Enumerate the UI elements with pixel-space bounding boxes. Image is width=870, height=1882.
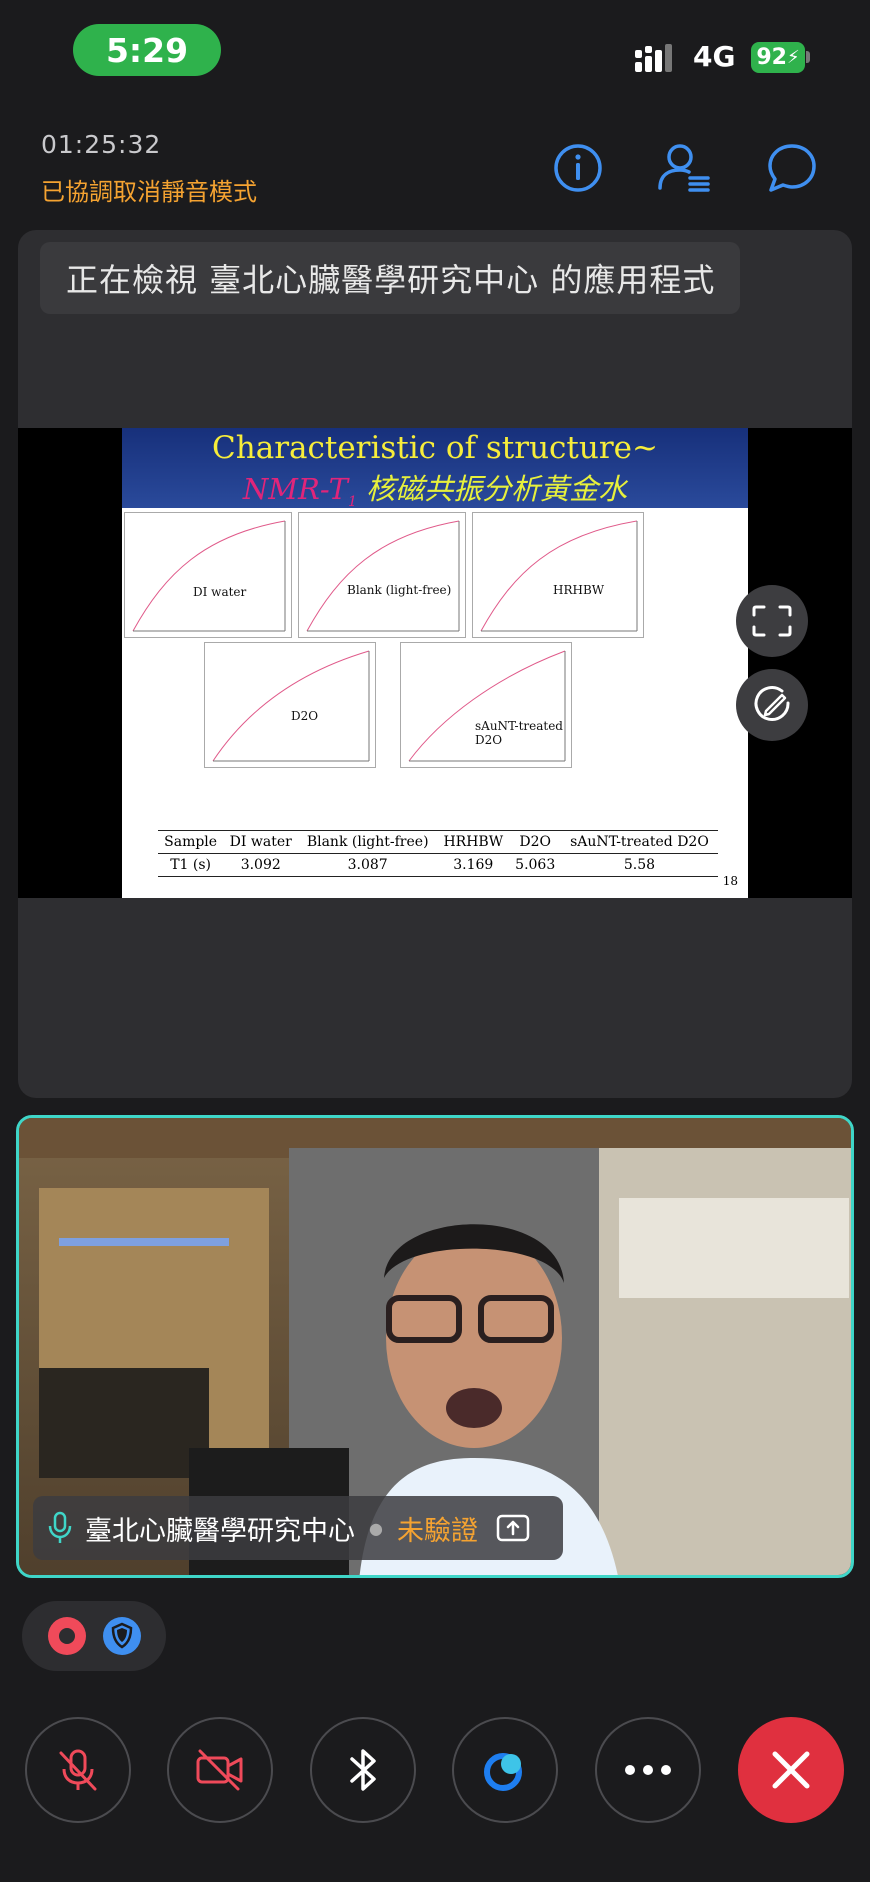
table-header: Sample	[164, 834, 218, 850]
unmute-notice: 已協調取消靜音模式	[41, 178, 257, 206]
plot-label: HRHBW	[553, 583, 605, 597]
annotate-icon	[754, 686, 790, 721]
security-indicator-icons	[48, 1617, 141, 1655]
plot-label: D2O	[291, 709, 319, 723]
t1-curve-graph	[132, 520, 286, 632]
plot-label: sAuNT-treated D2O	[475, 719, 563, 747]
table-header: sAuNT-treated D2O	[570, 834, 709, 850]
table-cell: 5.063	[515, 857, 556, 873]
plot-label: DI water	[193, 585, 247, 599]
t1-curve-graph	[480, 520, 638, 632]
charging-icon: ⚡	[786, 47, 800, 68]
t1-curve-graph	[306, 520, 460, 632]
table-cell: 3.092	[240, 857, 281, 873]
nmr-plot-di-water: DI water	[124, 512, 292, 638]
table-row-label: T1 (s)	[170, 857, 211, 873]
table-cell: 5.58	[623, 857, 656, 873]
slide-page-number: 18	[722, 874, 738, 888]
more-icon	[625, 1765, 671, 1775]
shared-screen[interactable]: Characteristic of structure~ NMR-T1 核磁共振…	[18, 428, 852, 898]
presentation-slide: Characteristic of structure~ NMR-T1 核磁共振…	[122, 428, 748, 898]
table-header: DI water	[229, 834, 292, 850]
security-indicators[interactable]	[22, 1601, 166, 1671]
t1-curve-graph	[212, 650, 370, 762]
chat-icon[interactable]	[764, 140, 820, 196]
slide-title-line1: Characteristic of structure~	[212, 430, 658, 466]
table-row: T1 (s) 3.092 3.087 3.169 5.063 5.58	[158, 854, 718, 877]
mic-active-icon	[48, 1511, 72, 1543]
status-bar: 5:29 4G 92 ⚡	[0, 0, 870, 100]
table-cell: 3.087	[347, 857, 388, 873]
table-header: Blank (light-free)	[306, 834, 429, 850]
slide-title-line2: NMR-T1 核磁共振分析黃金水	[122, 466, 748, 510]
network-type: 4G	[693, 40, 736, 73]
participant-name-tag[interactable]: 臺北心臟醫學研究中心 ● 未驗證	[33, 1496, 563, 1560]
table-header: HRHBW	[443, 834, 504, 850]
nmr-plot-hrhbw: HRHBW	[472, 512, 644, 638]
video-button[interactable]	[167, 1717, 273, 1823]
end-call-icon	[772, 1751, 810, 1789]
slide-title-zh: 核磁共振分析黃金水	[356, 472, 628, 506]
meeting-header: 01:25:32 已協調取消靜音模式	[0, 120, 870, 210]
separator-dot: ●	[369, 1518, 383, 1538]
nmr-plot-d2o: D2O	[204, 642, 376, 768]
battery-level: 92	[756, 45, 787, 70]
participant-video-tile[interactable]: 臺北心臟醫學研究中心 ● 未驗證	[16, 1115, 854, 1578]
status-time: 5:29	[73, 24, 221, 76]
battery-tip	[806, 51, 810, 63]
share-screen-icon[interactable]	[496, 1514, 530, 1542]
t1-curve-graph	[408, 650, 566, 762]
slide-title-nmr-sub: 1	[347, 493, 357, 510]
info-icon[interactable]	[550, 140, 606, 196]
table-cell: 3.169	[453, 857, 494, 873]
participants-icon[interactable]	[656, 140, 712, 196]
teams-icon	[484, 1753, 522, 1791]
meeting-duration: 01:25:32	[41, 130, 162, 159]
battery-indicator: 92 ⚡	[751, 42, 805, 73]
table-header: D2O	[519, 834, 551, 850]
mic-off-icon	[59, 1749, 97, 1791]
audio-route-button[interactable]	[310, 1717, 416, 1823]
plot-label: Blank (light-free)	[347, 583, 452, 597]
participant-name: 臺北心臟醫學研究中心	[85, 1515, 355, 1547]
annotate-button[interactable]	[736, 669, 808, 741]
fullscreen-button[interactable]	[736, 585, 808, 657]
share-banner: 正在檢視 臺北心臟醫學研究中心 的應用程式	[40, 242, 740, 314]
t1-results-table: Sample DI water Blank (light-free) HRHBW…	[158, 830, 718, 877]
screen-share-panel[interactable]: 正在檢視 臺北心臟醫學研究中心 的應用程式 Characteristic of …	[18, 230, 852, 1098]
slide-title: Characteristic of structure~ NMR-T1 核磁共振…	[122, 428, 748, 510]
video-off-icon	[196, 1749, 243, 1791]
mute-button[interactable]	[25, 1717, 131, 1823]
verification-status: 未驗證	[396, 1515, 478, 1547]
table-header-row: Sample DI water Blank (light-free) HRHBW…	[158, 830, 718, 854]
fullscreen-icon	[752, 605, 792, 637]
cellular-signal-icon	[635, 44, 672, 72]
bluetooth-icon	[350, 1749, 376, 1791]
more-options-button[interactable]	[595, 1717, 701, 1823]
webex-app-button[interactable]	[452, 1717, 558, 1823]
nmr-plot-blank: Blank (light-free)	[298, 512, 466, 638]
slide-title-nmr: NMR-T	[242, 472, 348, 506]
nmr-plot-sauNT-d2o: sAuNT-treated D2O	[400, 642, 572, 768]
end-call-button[interactable]	[738, 1717, 844, 1823]
